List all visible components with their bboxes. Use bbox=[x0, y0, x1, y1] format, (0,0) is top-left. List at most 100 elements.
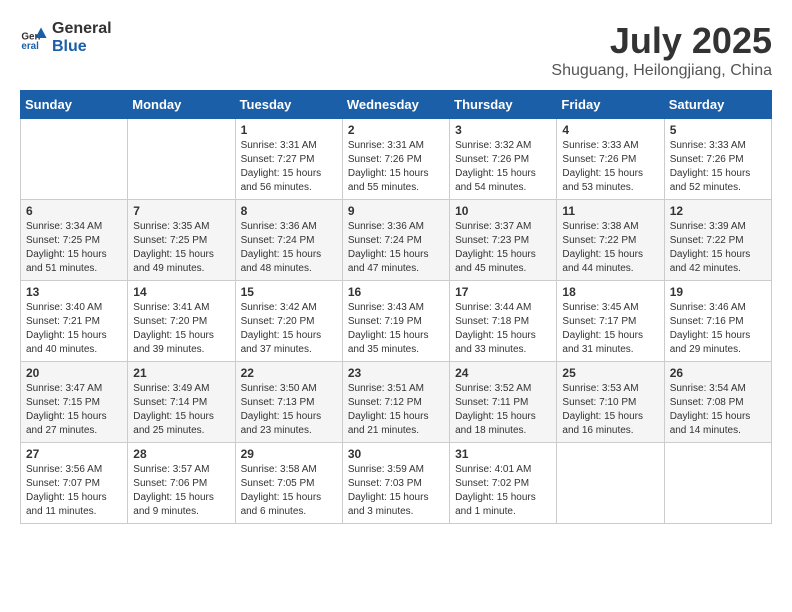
day-info: Sunrise: 3:47 AM Sunset: 7:15 PM Dayligh… bbox=[26, 382, 122, 438]
title-block: July 2025 Shuguang, Heilongjiang, China bbox=[551, 20, 772, 80]
day-info: Sunrise: 3:59 AM Sunset: 7:03 PM Dayligh… bbox=[348, 463, 444, 519]
day-number: 6 bbox=[26, 204, 122, 218]
table-row: 9Sunrise: 3:36 AM Sunset: 7:24 PM Daylig… bbox=[342, 200, 449, 281]
calendar-table: Sunday Monday Tuesday Wednesday Thursday… bbox=[20, 90, 772, 524]
location-title: Shuguang, Heilongjiang, China bbox=[551, 62, 772, 80]
table-row: 5 Sunrise: 3:33 AM Sunset: 7:26 PM Daylig… bbox=[664, 119, 771, 200]
day-info: Sunrise: 3:33 AM Sunset: 7:26 PM Dayligh… bbox=[670, 139, 766, 195]
day-number: 23 bbox=[348, 366, 444, 380]
table-row bbox=[21, 119, 128, 200]
day-number: 30 bbox=[348, 447, 444, 461]
day-info: Sunrise: 3:37 AM Sunset: 7:23 PM Dayligh… bbox=[455, 220, 551, 276]
table-row: 8 Sunrise: 3:36 AM Sunset: 7:24 PM Daylig… bbox=[235, 200, 342, 281]
day-info: Sunrise: 3:43 AM Sunset: 7:19 PM Dayligh… bbox=[348, 301, 444, 357]
day-number: 20 bbox=[26, 366, 122, 380]
table-row: 21Sunrise: 3:49 AM Sunset: 7:14 PM Dayli… bbox=[128, 362, 235, 443]
day-info: Sunrise: 3:33 AM Sunset: 7:26 PM Dayligh… bbox=[562, 139, 658, 195]
calendar-header-row: Sunday Monday Tuesday Wednesday Thursday… bbox=[21, 91, 772, 119]
day-number: 19 bbox=[670, 285, 766, 299]
day-info: Sunrise: 3:34 AM Sunset: 7:25 PM Dayligh… bbox=[26, 220, 122, 276]
day-number: 27 bbox=[26, 447, 122, 461]
day-number: 9 bbox=[348, 204, 444, 218]
table-row: 19 Sunrise: 3:46 AM Sunset: 7:16 PM Dayli… bbox=[664, 281, 771, 362]
day-number: 15 bbox=[241, 285, 337, 299]
day-number: 3 bbox=[455, 123, 551, 137]
table-row: 2Sunrise: 3:31 AM Sunset: 7:26 PM Daylig… bbox=[342, 119, 449, 200]
calendar-week-row: 1 Sunrise: 3:31 AM Sunset: 7:27 PM Daylig… bbox=[21, 119, 772, 200]
day-info: Sunrise: 3:50 AM Sunset: 7:13 PM Dayligh… bbox=[241, 382, 337, 438]
table-row: 27 Sunrise: 3:56 AM Sunset: 7:07 PM Dayli… bbox=[21, 443, 128, 524]
calendar-week-row: 20 Sunrise: 3:47 AM Sunset: 7:15 PM Dayli… bbox=[21, 362, 772, 443]
day-number: 4 bbox=[562, 123, 658, 137]
day-info: Sunrise: 3:35 AM Sunset: 7:25 PM Dayligh… bbox=[133, 220, 229, 276]
table-row: 22 Sunrise: 3:50 AM Sunset: 7:13 PM Dayli… bbox=[235, 362, 342, 443]
day-number: 1 bbox=[241, 123, 337, 137]
logo: Gen eral General Blue bbox=[20, 20, 112, 56]
day-number: 17 bbox=[455, 285, 551, 299]
day-info: Sunrise: 3:46 AM Sunset: 7:16 PM Dayligh… bbox=[670, 301, 766, 357]
day-info: Sunrise: 3:31 AM Sunset: 7:26 PM Dayligh… bbox=[348, 139, 444, 195]
table-row: 18 Sunrise: 3:45 AM Sunset: 7:17 PM Dayli… bbox=[557, 281, 664, 362]
table-row: 11Sunrise: 3:38 AM Sunset: 7:22 PM Dayli… bbox=[557, 200, 664, 281]
col-sunday: Sunday bbox=[21, 91, 128, 119]
table-row: 3 Sunrise: 3:32 AM Sunset: 7:26 PM Daylig… bbox=[450, 119, 557, 200]
table-row: 7Sunrise: 3:35 AM Sunset: 7:25 PM Daylig… bbox=[128, 200, 235, 281]
col-tuesday: Tuesday bbox=[235, 91, 342, 119]
table-row: 13Sunrise: 3:40 AM Sunset: 7:21 PM Dayli… bbox=[21, 281, 128, 362]
table-row bbox=[664, 443, 771, 524]
col-monday: Monday bbox=[128, 91, 235, 119]
calendar-week-row: 13Sunrise: 3:40 AM Sunset: 7:21 PM Dayli… bbox=[21, 281, 772, 362]
day-info: Sunrise: 3:57 AM Sunset: 7:06 PM Dayligh… bbox=[133, 463, 229, 519]
day-info: Sunrise: 3:49 AM Sunset: 7:14 PM Dayligh… bbox=[133, 382, 229, 438]
table-row: 26 Sunrise: 3:54 AM Sunset: 7:08 PM Dayli… bbox=[664, 362, 771, 443]
day-number: 24 bbox=[455, 366, 551, 380]
svg-text:eral: eral bbox=[21, 41, 39, 52]
table-row: 30 Sunrise: 3:59 AM Sunset: 7:03 PM Dayli… bbox=[342, 443, 449, 524]
day-info: Sunrise: 3:53 AM Sunset: 7:10 PM Dayligh… bbox=[562, 382, 658, 438]
day-info: Sunrise: 3:45 AM Sunset: 7:17 PM Dayligh… bbox=[562, 301, 658, 357]
col-friday: Friday bbox=[557, 91, 664, 119]
month-title: July 2025 bbox=[551, 20, 772, 62]
day-number: 14 bbox=[133, 285, 229, 299]
calendar-week-row: 6 Sunrise: 3:34 AM Sunset: 7:25 PM Daylig… bbox=[21, 200, 772, 281]
table-row: 31 Sunrise: 4:01 AM Sunset: 7:02 PM Dayli… bbox=[450, 443, 557, 524]
day-number: 10 bbox=[455, 204, 551, 218]
day-info: Sunrise: 3:41 AM Sunset: 7:20 PM Dayligh… bbox=[133, 301, 229, 357]
day-number: 26 bbox=[670, 366, 766, 380]
logo-icon: Gen eral bbox=[20, 24, 48, 52]
day-info: Sunrise: 4:01 AM Sunset: 7:02 PM Dayligh… bbox=[455, 463, 551, 519]
table-row bbox=[128, 119, 235, 200]
day-number: 31 bbox=[455, 447, 551, 461]
logo-general-text: General bbox=[52, 20, 112, 37]
day-number: 28 bbox=[133, 447, 229, 461]
day-number: 8 bbox=[241, 204, 337, 218]
day-number: 13 bbox=[26, 285, 122, 299]
table-row: 12 Sunrise: 3:39 AM Sunset: 7:22 PM Dayli… bbox=[664, 200, 771, 281]
table-row: 20 Sunrise: 3:47 AM Sunset: 7:15 PM Dayli… bbox=[21, 362, 128, 443]
day-number: 18 bbox=[562, 285, 658, 299]
day-info: Sunrise: 3:52 AM Sunset: 7:11 PM Dayligh… bbox=[455, 382, 551, 438]
day-number: 5 bbox=[670, 123, 766, 137]
day-info: Sunrise: 3:36 AM Sunset: 7:24 PM Dayligh… bbox=[241, 220, 337, 276]
day-info: Sunrise: 3:31 AM Sunset: 7:27 PM Dayligh… bbox=[241, 139, 337, 195]
day-number: 22 bbox=[241, 366, 337, 380]
day-info: Sunrise: 3:44 AM Sunset: 7:18 PM Dayligh… bbox=[455, 301, 551, 357]
day-info: Sunrise: 3:38 AM Sunset: 7:22 PM Dayligh… bbox=[562, 220, 658, 276]
day-info: Sunrise: 3:56 AM Sunset: 7:07 PM Dayligh… bbox=[26, 463, 122, 519]
day-number: 12 bbox=[670, 204, 766, 218]
day-info: Sunrise: 3:54 AM Sunset: 7:08 PM Dayligh… bbox=[670, 382, 766, 438]
table-row: 1 Sunrise: 3:31 AM Sunset: 7:27 PM Daylig… bbox=[235, 119, 342, 200]
page-header: Gen eral General Blue July 2025 Shuguang… bbox=[20, 20, 772, 80]
day-info: Sunrise: 3:32 AM Sunset: 7:26 PM Dayligh… bbox=[455, 139, 551, 195]
table-row: 4 Sunrise: 3:33 AM Sunset: 7:26 PM Daylig… bbox=[557, 119, 664, 200]
day-number: 29 bbox=[241, 447, 337, 461]
table-row: 28 Sunrise: 3:57 AM Sunset: 7:06 PM Dayli… bbox=[128, 443, 235, 524]
day-info: Sunrise: 3:39 AM Sunset: 7:22 PM Dayligh… bbox=[670, 220, 766, 276]
logo-blue-text: Blue bbox=[52, 38, 87, 55]
table-row: 16Sunrise: 3:43 AM Sunset: 7:19 PM Dayli… bbox=[342, 281, 449, 362]
table-row: 24 Sunrise: 3:52 AM Sunset: 7:11 PM Dayli… bbox=[450, 362, 557, 443]
table-row: 15Sunrise: 3:42 AM Sunset: 7:20 PM Dayli… bbox=[235, 281, 342, 362]
table-row: 29Sunrise: 3:58 AM Sunset: 7:05 PM Dayli… bbox=[235, 443, 342, 524]
calendar-week-row: 27 Sunrise: 3:56 AM Sunset: 7:07 PM Dayli… bbox=[21, 443, 772, 524]
day-number: 25 bbox=[562, 366, 658, 380]
